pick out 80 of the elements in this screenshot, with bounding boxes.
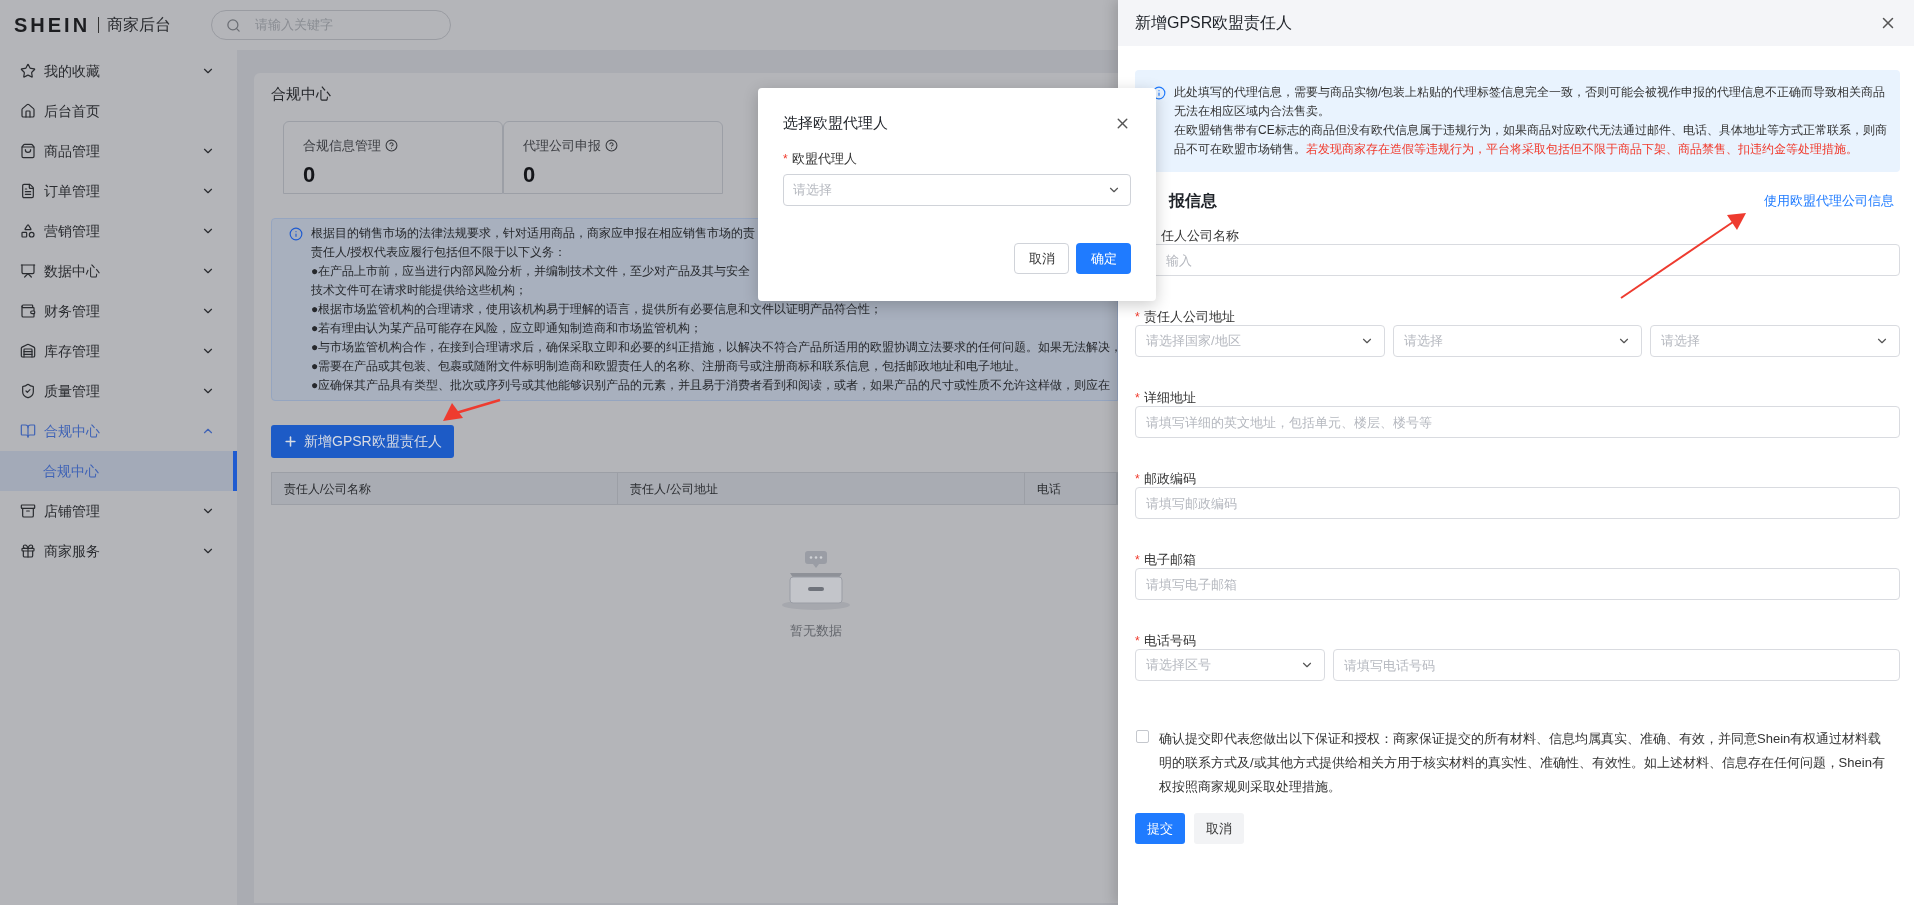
text-input[interactable]: 请填写电话号码 (1333, 649, 1900, 681)
drawer-title: 新增GPSR欧盟责任人 (1135, 13, 1294, 33)
sidebar-item[interactable]: 质量管理 (0, 371, 237, 411)
text-input[interactable]: 请填写邮政编码 (1135, 487, 1900, 519)
field-label: 电子邮箱 (1143, 551, 1196, 570)
sidebar-item[interactable]: 财务管理 (0, 291, 237, 331)
stat-label: 代理公司申报 (523, 137, 601, 155)
required-mark: * (1135, 633, 1140, 650)
help-icon (605, 139, 618, 153)
info-icon (289, 227, 303, 241)
sidebar-item[interactable]: 订单管理 (0, 171, 237, 211)
shapes-icon (20, 223, 36, 239)
plus-icon (283, 434, 298, 449)
stat-value: 0 (303, 160, 316, 189)
monitor-icon (20, 263, 36, 279)
notice-paragraph: 在欧盟销售带有CE标志的商品但没有欧代信息属于违规行为，如果商品对应欧代无法通过邮件、电话、具体地址等方式正常联系，则商品不可在欧盟市场销售。若发现商家存在造假等违规行为，平台将采取包括但不限于商品下架、商品禁售、扣违约金等处理措施。 (1174, 122, 1888, 158)
page-title: 合规中心 (271, 84, 331, 104)
field-label: 任人公司名称 (1161, 227, 1239, 246)
shield-icon (20, 383, 36, 399)
document-icon (20, 183, 36, 199)
sidebar-item[interactable]: 商家服务 (0, 531, 237, 571)
text-input[interactable]: 请填写详细的英文地址，包括单元、楼层、楼号等 (1135, 406, 1900, 438)
gift-icon (20, 543, 36, 559)
star-icon (20, 63, 36, 79)
required-mark: * (783, 151, 788, 168)
required-mark: * (1135, 471, 1140, 488)
confirm-button[interactable]: 确定 (1076, 243, 1131, 274)
sidebar-item[interactable]: 我的收藏 (0, 51, 237, 91)
submit-button[interactable]: 提交 (1135, 813, 1185, 844)
sidebar-item[interactable]: 营销管理 (0, 211, 237, 251)
field-label: 责任人公司地址 (1143, 308, 1235, 327)
empty-text: 暂无数据 (790, 622, 842, 640)
notice-line: ●若有理由认为某产品可能存在风险，应立即通知制造商和市场监管机构； (311, 320, 703, 337)
use-agent-info-link[interactable]: 使用欧盟代理公司信息 (1764, 191, 1894, 211)
field-label: 欧盟代理人 (791, 150, 857, 169)
sidebar-item[interactable]: 店铺管理 (0, 491, 237, 531)
notice-line: 技术文件可在请求时能提供给这些机构； (311, 282, 527, 299)
home-icon (20, 103, 36, 119)
wallet-icon (20, 303, 36, 319)
notice-line: ●应确保其产品具有类型、批次或序列号或其他能够识别产品的元素，并且易于消费者看到和阅读，或者，如果产品的尺寸或性质不允许这样做，则应在 (311, 377, 1111, 394)
required-mark: * (1135, 390, 1140, 407)
required-mark: * (1135, 552, 1140, 569)
section-title: 报信息 (1169, 191, 1218, 211)
book-icon (20, 423, 36, 439)
notice-line: 责任人/授权代表应履行包括但不限于以下义务： (311, 244, 567, 261)
search-icon (226, 17, 242, 33)
sidebar-item[interactable]: 后台首页 (0, 91, 237, 131)
notice-line: 根据目的销售市场的法律法规要求，针对适用商品，商家应申报在相应销售市场的责 (311, 225, 755, 242)
stat-value: 0 (523, 160, 536, 189)
sidebar-item[interactable]: 数据中心 (0, 251, 237, 291)
add-button[interactable]: 新增GPSR欧盟责任人 (271, 425, 454, 458)
notice-line: ●在产品上市前，应当进行内部风险分析，并编制技术文件，至少对产品及其与安全 (311, 263, 751, 280)
text-input[interactable]: 请填写电子邮箱 (1135, 568, 1900, 600)
info-icon (1152, 86, 1166, 100)
cancel-button[interactable]: 取消 (1194, 813, 1244, 844)
field-label: 详细地址 (1143, 389, 1196, 408)
notice-line: ●根据市场监管机构的合理请求，使用该机构易于理解的语言，提供所有必要信息和文件以证明产品符合性； (311, 301, 883, 318)
cancel-button[interactable]: 取消 (1014, 243, 1069, 274)
bag-icon (20, 143, 36, 159)
notice-line: ●与市场监管机构合作，在接到合理请求后，确保采取立即和必要的纠正措施，以解决不符合产品所适用的欧盟协调立法要求的任何问题。如果无法解决， (311, 339, 1118, 356)
notice-line: ●需要在产品或其包装、包裹或随附文件标明制造商和欧盟责任人的名称、注册商号或注册商标和联系信息，包括邮政地址和电子地址。 (311, 358, 1027, 375)
sidebar-item[interactable]: 库存管理 (0, 331, 237, 371)
required-mark: * (1135, 309, 1140, 326)
box-icon (20, 503, 36, 519)
sidebar-item[interactable]: 商品管理 (0, 131, 237, 171)
app-title: 商家后台 (107, 15, 172, 35)
column-header: 电话 (1036, 480, 1061, 498)
stat-label: 合规信息管理 (303, 137, 381, 155)
logo: SHEIN (14, 13, 91, 38)
warehouse-icon (20, 343, 36, 359)
field-label: 电话号码 (1143, 632, 1196, 651)
column-header: 责任人/公司地址 (630, 480, 718, 498)
modal-title: 选择欧盟代理人 (783, 112, 889, 133)
notice-paragraph: 此处填写的代理信息，需要与商品实物/包装上粘贴的代理标签信息完全一致，否则可能会被视作申报的代理信息不正确而导致相关商品无法在相应区域内合法售卖。 (1174, 84, 1887, 120)
field-label: 邮政编码 (1143, 470, 1196, 489)
column-header: 责任人/公司名称 (284, 480, 372, 498)
agreement-checkbox[interactable] (1136, 730, 1149, 743)
agreement-text: 确认提交即代表您做出以下保证和授权：商家保证提交的所有材料、信息均属真实、准确、有效，并同意Shein有权通过材料载明的联系方式及/或其他方式提供给相关方用于核实材料的真实性、准确性、有效性。如上述材料、信息存在任何问题，Shein有权按照商家规则采取处理措施。 (1159, 730, 1886, 796)
help-icon (385, 139, 398, 153)
annotation-arrow (443, 398, 501, 421)
